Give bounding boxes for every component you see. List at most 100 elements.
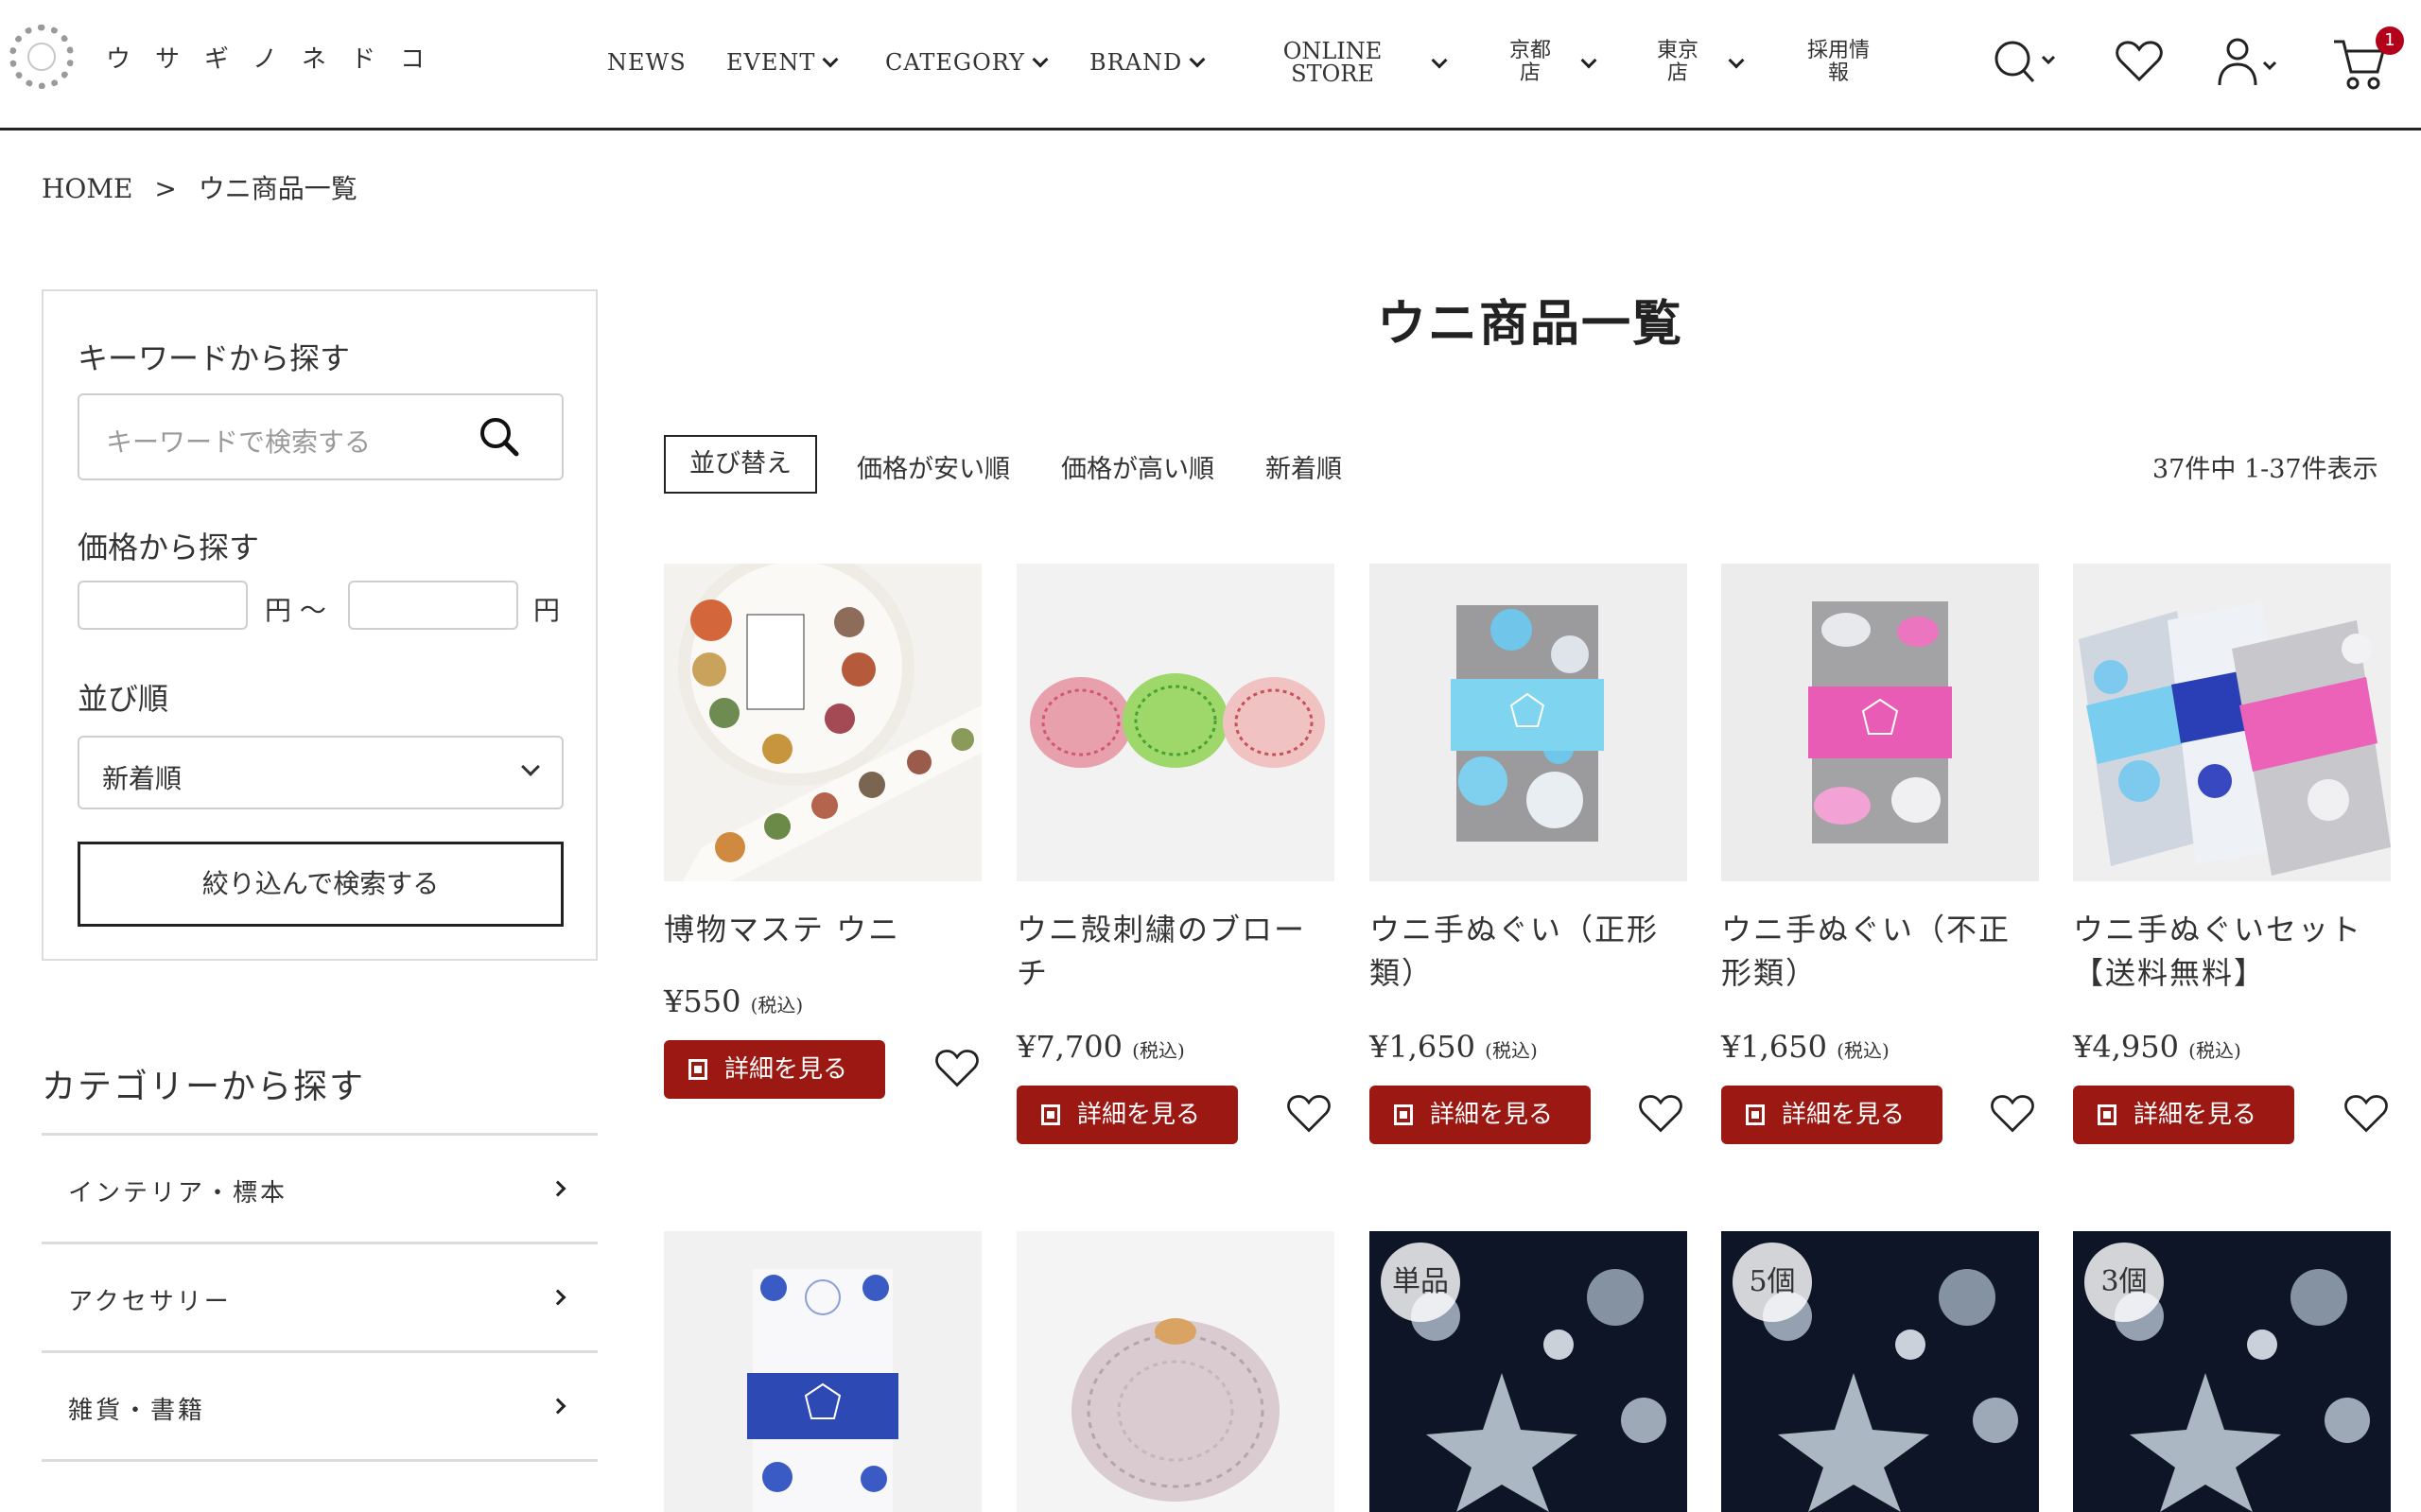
product-image[interactable]	[2073, 564, 2391, 881]
order-heading: 並び順	[78, 681, 169, 717]
heart-icon[interactable]	[934, 1048, 980, 1089]
keyword-heading: キーワードから探す	[78, 340, 351, 376]
urchin-shell-image	[1017, 1231, 1334, 1512]
product-price: ¥7,700 (税込)	[1017, 1029, 1185, 1065]
heart-icon[interactable]	[1990, 1093, 2035, 1135]
category-label: 雑貨・書籍	[68, 1397, 206, 1425]
nav-news[interactable]: NEWS	[607, 49, 687, 76]
nav-brand[interactable]: BRAND	[1089, 49, 1206, 76]
heart-icon	[2116, 41, 2163, 82]
tax-label: (税込)	[750, 994, 804, 1017]
document-icon	[1041, 1104, 1060, 1125]
category-item-interior[interactable]: インテリア・標本	[42, 1133, 598, 1242]
tax-label: (税込)	[2188, 1039, 2241, 1062]
price-from-suffix: 円 〜	[265, 595, 326, 626]
heart-icon[interactable]	[1286, 1093, 1332, 1135]
category-heading: カテゴリーから探す	[42, 1068, 366, 1106]
chevron-down-icon[interactable]	[1580, 52, 1597, 69]
chevron-down-icon	[822, 51, 839, 68]
product-image[interactable]	[1369, 564, 1687, 881]
price-max-input[interactable]	[348, 581, 518, 630]
product-image[interactable]	[1721, 564, 2039, 881]
nav-kyoto-store[interactable]: 京都 店	[1504, 40, 1557, 85]
sort-price-low[interactable]: 価格が安い順	[857, 448, 1010, 485]
site-header: ウサギノネドコ NEWS EVENT CATEGORY BRAND ONLINE…	[0, 0, 2421, 130]
tenugui-irregular-image	[1721, 564, 2039, 881]
sort-price-high[interactable]: 価格が高い順	[1061, 448, 1214, 485]
nav-brand-label: BRAND	[1089, 49, 1183, 76]
nav-recruit-line2: 報	[1827, 61, 1849, 85]
price-heading: 価格から探す	[78, 530, 260, 565]
detail-button-label: 詳細を見る	[1782, 1101, 1906, 1129]
product-name[interactable]: ウニ手ぬぐいセット【送料無料】	[2073, 908, 2391, 995]
product-image[interactable]: 5個	[1721, 1231, 2039, 1512]
nav-recruit-line1: 採用情	[1806, 39, 1870, 62]
nav-kyoto-line1: 京都	[1508, 39, 1551, 62]
sort-button[interactable]: 並び替え	[664, 435, 817, 494]
breadcrumb-home[interactable]: HOME	[42, 173, 132, 204]
product-image[interactable]	[664, 564, 982, 881]
sort-newest[interactable]: 新着順	[1265, 448, 1342, 485]
price-value: ¥1,650	[1369, 1029, 1475, 1065]
header-account-button[interactable]	[2217, 36, 2285, 93]
breadcrumb-separator: >	[154, 173, 177, 204]
product-price: ¥550 (税込)	[664, 983, 803, 1019]
detail-button-label: 詳細を見る	[724, 1055, 848, 1084]
chevron-down-icon	[1189, 51, 1206, 68]
chevron-right-icon	[549, 1289, 566, 1306]
product-name[interactable]: 博物マステ ウニ	[664, 908, 982, 951]
site-logo[interactable]	[9, 25, 74, 89]
product-image[interactable]: 単品	[1369, 1231, 1687, 1512]
heart-icon[interactable]	[2343, 1093, 2389, 1135]
price-to-suffix: 円	[533, 595, 561, 626]
nav-tokyo-store[interactable]: 東京 店	[1651, 40, 1704, 85]
filter-search-button[interactable]: 絞り込んで検索する	[78, 842, 564, 927]
detail-button[interactable]: 詳細を見る	[1721, 1086, 1942, 1144]
document-icon	[2098, 1104, 2116, 1125]
price-value: ¥7,700	[1017, 1029, 1123, 1065]
category-item-next[interactable]	[42, 1459, 598, 1512]
product-image[interactable]	[664, 1231, 982, 1512]
product-badge: 3個	[2084, 1243, 2164, 1322]
detail-button[interactable]: 詳細を見る	[664, 1040, 885, 1099]
chevron-down-icon[interactable]	[1431, 52, 1448, 69]
header-favorites-button[interactable]	[2115, 40, 2164, 87]
header-search-button[interactable]	[1994, 38, 2060, 85]
search-icon[interactable]	[477, 414, 524, 461]
category-item-accessory[interactable]: アクセサリー	[42, 1242, 598, 1350]
result-count: 37件中 1-37件表示	[2152, 455, 2378, 484]
keyword-search-input[interactable]: キーワードで検索する	[78, 393, 564, 480]
page-title: ウニ商品一覧	[1377, 295, 1684, 353]
chevron-right-icon	[549, 1398, 566, 1415]
product-name[interactable]: ウニ手ぬぐい（正形類）	[1369, 908, 1687, 995]
nav-online-store[interactable]: ONLINE STORE	[1279, 40, 1386, 85]
detail-button-label: 詳細を見る	[1430, 1101, 1554, 1129]
product-name[interactable]: ウニ手ぬぐい（不正形類）	[1721, 908, 2039, 995]
product-price: ¥1,650 (税込)	[1369, 1029, 1538, 1065]
category-item-goods-books[interactable]: 雑貨・書籍	[42, 1350, 598, 1459]
nav-recruit[interactable]: 採用情 報	[1801, 40, 1876, 85]
price-min-input[interactable]	[78, 581, 248, 630]
category-label: インテリア・標本	[68, 1179, 288, 1208]
heart-icon[interactable]	[1638, 1093, 1683, 1135]
brand-name[interactable]: ウサギノネドコ	[106, 40, 449, 75]
tax-label: (税込)	[1485, 1039, 1538, 1062]
nav-category[interactable]: CATEGORY	[885, 49, 1049, 76]
order-select[interactable]: 新着順	[78, 736, 564, 809]
breadcrumb-current: ウニ商品一覧	[198, 173, 357, 204]
document-icon	[688, 1059, 707, 1080]
nav-event[interactable]: EVENT	[726, 49, 839, 76]
brooch-image	[1017, 564, 1334, 881]
keyword-placeholder: キーワードで検索する	[106, 426, 372, 458]
tenugui-regular-image	[1369, 564, 1687, 881]
chevron-down-icon	[1032, 51, 1049, 68]
product-image[interactable]	[1017, 564, 1334, 881]
tax-label: (税込)	[1132, 1039, 1185, 1062]
detail-button[interactable]: 詳細を見る	[2073, 1086, 2294, 1144]
product-image[interactable]: 3個	[2073, 1231, 2391, 1512]
chevron-down-icon[interactable]	[1728, 52, 1745, 69]
product-name[interactable]: ウニ殻刺繍のブローチ	[1017, 908, 1334, 995]
detail-button[interactable]: 詳細を見る	[1017, 1086, 1238, 1144]
product-image[interactable]	[1017, 1231, 1334, 1512]
detail-button[interactable]: 詳細を見る	[1369, 1086, 1591, 1144]
